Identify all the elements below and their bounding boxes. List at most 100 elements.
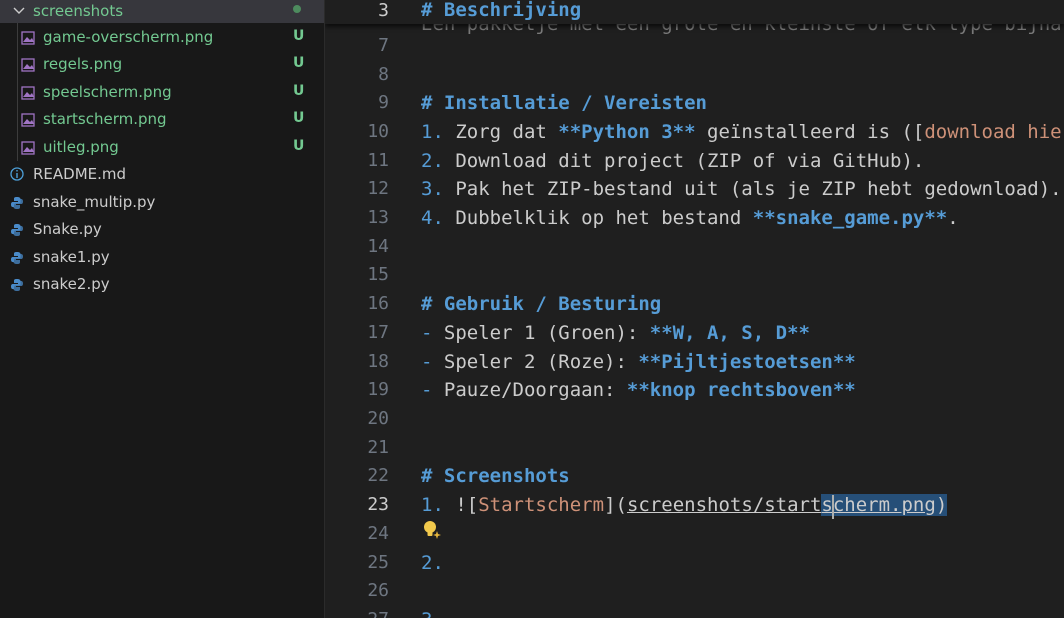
code-editor[interactable]: Een pakketje met een grote en kleinste o… [325,0,1064,618]
list-marker: - [421,379,433,401]
file-item[interactable]: README.md [0,161,324,188]
code-line: 3. [421,606,444,618]
file-item[interactable]: snake_multip.py [0,189,324,216]
line-number: 8 [378,64,389,85]
code-line: 2. Download dit project (ZIP of via GitH… [421,147,924,175]
line-number: 12 [367,178,389,199]
file-label: snake_multip.py [33,193,156,211]
info-icon [10,167,24,181]
line-number: 9 [378,92,389,113]
list-marker: - [421,322,433,344]
md-heading: # Beschrijving [421,0,582,21]
code-text: Speler 1 (Groen): [432,322,650,344]
line-number: 25 [367,552,389,573]
list-marker: 3. [421,609,444,618]
file-item[interactable]: uitleg.png U [0,134,324,161]
file-item[interactable]: snake1.py [0,244,324,271]
md-bold: **Pijltjestoetsen** [638,351,856,373]
python-icon [11,197,23,209]
file-label: README.md [33,165,127,183]
image-icon [21,58,35,72]
image-icon [21,113,35,127]
file-label: snake1.py [33,248,110,266]
code-text: ![ [443,494,479,516]
file-label: snake2.py [33,275,110,293]
md-image-alt: Startscherm [478,494,605,516]
code-line: # Installatie / Vereisten [421,89,707,117]
file-item[interactable]: game-overscherm.png U [0,24,324,51]
file-label: uitleg.png [43,138,119,156]
line-number: 27 [325,606,389,618]
line-number: 19 [367,379,389,400]
untracked-badge: U [293,28,305,44]
modified-dot-icon [293,5,301,13]
line-number: 15 [367,264,389,285]
code-line: 1. Zorg dat **Python 3** geïnstalleerd i… [421,118,1064,146]
folder-row-screenshots[interactable]: screenshots [0,0,324,23]
md-bold: **snake_game.py** [752,207,948,229]
line-number: 11 [367,150,389,171]
code-line: 2. [421,549,444,577]
line-number: 16 [367,293,389,314]
code-line: 3. Pak het ZIP-bestand uit (als je ZIP h… [421,175,1062,203]
sticky-scroll-header[interactable]: 3 # Beschrijving [325,0,1064,24]
list-marker: - [421,351,433,373]
code-line: - Speler 1 (Groen): **W, A, S, D** [421,319,810,347]
md-bold: **W, A, S, D** [649,322,810,344]
untracked-badge: U [293,138,305,154]
code-line-active: 1. ![Startscherm](screenshots/startscher… [421,491,948,519]
untracked-badge: U [293,55,305,71]
file-item[interactable]: regels.png U [0,51,324,78]
text-selection: ) [935,494,948,516]
md-link-text: download hier [924,121,1064,143]
line-number: 13 [367,207,389,228]
code-text: Pak het ZIP-bestand uit (als je ZIP hebt… [443,178,1062,200]
file-item[interactable]: snake2.py [0,271,324,298]
image-icon [21,31,35,45]
line-number: 17 [367,322,389,343]
line-number: 10 [367,121,389,142]
line-number-active: 23 [367,494,389,515]
file-label: speelscherm.png [43,83,172,101]
line-number: 21 [367,437,389,458]
file-label: Snake.py [33,220,102,238]
line-number: 26 [367,580,389,601]
code-text: Zorg dat [443,121,559,143]
line-number: 20 [367,408,389,429]
md-heading: # Screenshots [421,465,570,487]
folder-label: screenshots [33,2,124,20]
code-line: # Gebruik / Besturing [421,290,661,318]
list-marker: 1. [421,121,444,143]
untracked-badge: U [293,83,305,99]
line-number: 18 [367,351,389,372]
file-item[interactable]: Snake.py [0,216,324,243]
code-line: # Screenshots [421,462,570,490]
code-text: Speler 2 (Roze): [432,351,639,373]
md-heading: # Installatie / Vereisten [421,92,707,114]
list-marker: 4. [421,207,444,229]
file-label: startscherm.png [43,110,167,128]
code-text: Pauze/Doorgaan: [432,379,627,401]
line-number: 14 [367,236,389,257]
code-line: 4. Dubbelklik op het bestand **snake_gam… [421,204,959,232]
list-marker: 3. [421,178,444,200]
chevron-down-icon[interactable] [12,4,26,18]
md-bold: **Python 3** [558,121,696,143]
file-item[interactable]: speelscherm.png U [0,79,324,106]
file-label: game-overscherm.png [43,28,214,46]
image-icon [21,86,35,100]
lightbulb-sparkle-icon[interactable] [421,519,443,541]
explorer-panel: screenshots game-overscherm.png U regels… [0,0,325,618]
list-marker: 2. [421,150,444,172]
code-text: ]( [604,494,627,516]
text-selection: scherm.png [821,494,936,516]
file-label: regels.png [43,55,123,73]
code-line: - Pauze/Doorgaan: **knop rechtsboven** [421,376,856,404]
code-text: Download dit project (ZIP of via GitHub)… [443,150,925,172]
file-item[interactable]: startscherm.png U [0,106,324,133]
code-text: Dubbelklik op het bestand [443,207,753,229]
code-line: - Speler 2 (Roze): **Pijltjestoetsen** [421,348,856,376]
list-marker: 2. [421,552,444,574]
python-icon [11,279,23,291]
line-number: 24 [367,523,389,544]
